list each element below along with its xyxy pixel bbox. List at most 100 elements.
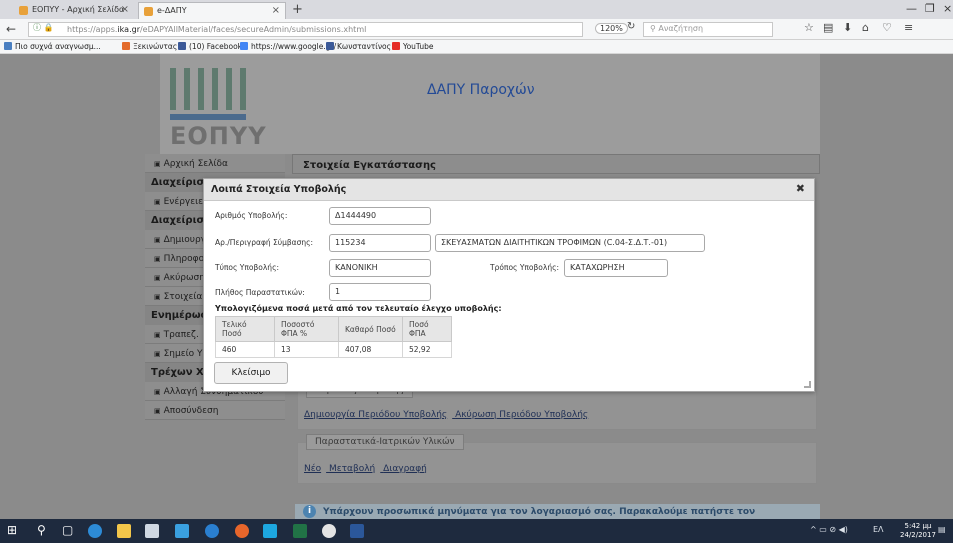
download-icon[interactable]: ⬇ xyxy=(843,21,852,34)
submission-details-dialog: Λοιπά Στοιχεία Υποβολής ✖ Αριθμός Υποβολ… xyxy=(203,178,815,392)
youtube-icon xyxy=(392,42,400,50)
minimize-icon[interactable]: — xyxy=(906,2,917,15)
url-domain: ika.gr xyxy=(117,25,140,34)
search-placeholder: Αναζήτηση xyxy=(658,24,704,33)
people-icon[interactable] xyxy=(175,524,189,538)
period-links: Δημιουργία Περιόδου Υποβολής Ακύρωση Περ… xyxy=(304,410,593,420)
mode-field[interactable]: ΚΑΤΑΧΩΡΗΣΗ xyxy=(564,259,668,277)
new-tab-icon[interactable]: + xyxy=(292,2,303,17)
back-icon[interactable]: ← xyxy=(6,22,16,36)
sidebar-item-home[interactable]: Αρχική Σελίδα xyxy=(145,154,285,173)
table-row: 460 13 407,08 52,92 xyxy=(215,341,452,358)
windows-start-icon[interactable]: ⊞ xyxy=(7,523,17,537)
zoom-level[interactable]: 120% xyxy=(595,23,628,34)
clock-date: 24/2/2017 xyxy=(900,531,936,539)
tab-label: e-ΔΑΠΥ xyxy=(157,6,187,15)
submission-no-label: Αριθμός Υποβολής: xyxy=(215,211,288,220)
bookmark-getting-started[interactable]: Ξεκινώντας xyxy=(122,42,177,51)
store-icon[interactable] xyxy=(145,524,159,538)
chrome-icon[interactable] xyxy=(322,524,336,538)
skype-icon[interactable] xyxy=(263,524,277,538)
materials-links: Νέο Μεταβολή Διαγραφή xyxy=(304,464,432,474)
bookmark-google[interactable]: https://www.google.gr/ xyxy=(240,42,336,51)
bookmark-youtube[interactable]: YouTube xyxy=(392,42,434,51)
logo-figures-icon xyxy=(170,68,246,110)
browser-tab-bar: ΕΟΠΥΥ - Αρχική Σελίδα × e-ΔΑΠΥ × + — ❐ × xyxy=(0,0,953,19)
close-tab-icon[interactable]: × xyxy=(121,4,129,15)
tray-icons[interactable]: ^ ▭ ⊘ ◀) xyxy=(810,525,848,534)
bookmark-facebook[interactable]: (10) Facebook xyxy=(178,42,242,51)
close-button[interactable]: Κλείσιμο xyxy=(214,362,288,384)
messages-notice: i Υπάρχουν προσωπικά μηνύματα για τον λο… xyxy=(295,504,820,519)
cortana-icon[interactable] xyxy=(88,524,102,538)
info-icon: i xyxy=(303,505,316,518)
clock[interactable]: 5:42 μμ 24/2/2017 xyxy=(900,522,936,540)
menu-icon[interactable]: ≡ xyxy=(904,21,913,34)
close-window-icon[interactable]: × xyxy=(943,2,952,15)
firefox-icon[interactable] xyxy=(235,524,249,538)
notice-text: Υπάρχουν προσωπικά μηνύματα για τον λογα… xyxy=(323,507,756,517)
calc-title: Υπολογιζόμενα ποσά μετά από τον τελευταί… xyxy=(215,304,502,313)
taskbar: ⊞ ⚲ ▢ ^ ▭ ⊘ ◀) ΕΛ 5:42 μμ 24/2/2017 ▤ xyxy=(0,519,953,543)
installation-panel-title: Στοιχεία Εγκατάστασης xyxy=(292,154,820,174)
table-cell: 460 xyxy=(215,341,275,358)
bookmark-most-visited[interactable]: Πιο συχνά αναγνωσμ... xyxy=(4,42,101,51)
tab-eopyy-home[interactable]: ΕΟΠΥΥ - Αρχική Σελίδα × xyxy=(14,2,134,19)
create-period-link[interactable]: Δημιουργία Περιόδου Υποβολής xyxy=(304,410,447,420)
search-input[interactable]: ⚲ Αναζήτηση xyxy=(643,22,773,37)
dialog-title: Λοιπά Στοιχεία Υποβολής xyxy=(204,179,814,201)
bookmark-konstantinos[interactable]: Κωνσταντίνος xyxy=(326,42,391,51)
word-icon[interactable] xyxy=(350,524,364,538)
lock-icon[interactable]: ⓘ 🔒 xyxy=(33,22,54,33)
close-tab-icon[interactable]: × xyxy=(272,5,280,16)
new-link[interactable]: Νέο xyxy=(304,464,321,474)
column-header: Ποσό ΦΠΑ xyxy=(402,316,452,342)
close-icon[interactable]: ✖ xyxy=(796,182,805,195)
column-header: Καθαρό Ποσό xyxy=(338,316,403,342)
search-icon[interactable]: ⚲ xyxy=(37,523,46,537)
submission-no-field[interactable]: Δ1444490 xyxy=(329,207,431,225)
resize-handle[interactable] xyxy=(804,381,811,388)
table-cell: 52,92 xyxy=(402,341,452,358)
contract-no-field[interactable]: 115234 xyxy=(329,234,431,252)
maximize-icon[interactable]: ❐ xyxy=(925,2,935,15)
type-field[interactable]: ΚΑΝΟΝΙΚΗ xyxy=(329,259,431,277)
bookmarks-bar: Πιο συχνά αναγνωσμ... Ξεκινώντας (10) Fa… xyxy=(0,40,953,54)
docs-count-field[interactable]: 1 xyxy=(329,283,431,301)
facebook-icon xyxy=(326,42,334,50)
contract-desc-field[interactable]: ΣΚΕΥΑΣΜΑΤΩΝ ΔΙΑΙΤΗΤΙΚΩΝ ΤΡΟΦΙΜΩΝ (C.04-Σ… xyxy=(435,234,705,252)
url-bar[interactable]: https://apps.ika.gr/eDAPYAllMaterial/fac… xyxy=(28,22,583,37)
docs-count-label: Πλήθος Παραστατικών: xyxy=(215,288,305,297)
site-favicon-icon xyxy=(144,7,153,16)
star-icon[interactable]: ☆ xyxy=(804,21,814,34)
google-icon xyxy=(240,42,248,50)
firefox-icon xyxy=(122,42,130,50)
eopyy-logo: ΕΟΠΥΥ xyxy=(170,68,280,150)
materials-legend: Παραστατικά-Ιατρικών Υλικών xyxy=(306,434,464,450)
notifications-icon[interactable]: ▤ xyxy=(938,525,946,534)
home-icon[interactable]: ⌂ xyxy=(862,21,869,34)
url-prefix: https://apps. xyxy=(67,25,118,34)
sidebar-item-logout[interactable]: Αποσύνδεση xyxy=(145,401,285,420)
period-fieldset: Περίοδος Υποβολής Δημιουργία Περιόδου Υπ… xyxy=(297,382,817,430)
clock-time: 5:42 μμ xyxy=(904,522,932,530)
task-view-icon[interactable]: ▢ xyxy=(62,523,73,537)
file-explorer-icon[interactable] xyxy=(117,524,131,538)
materials-fieldset: Παραστατικά-Ιατρικών Υλικών Νέο Μεταβολή… xyxy=(297,434,817,484)
edge-icon[interactable] xyxy=(205,524,219,538)
tab-e-dapy[interactable]: e-ΔΑΠΥ × xyxy=(138,2,286,19)
excel-icon[interactable] xyxy=(293,524,307,538)
site-title: ΔΑΠΥ Παροχών xyxy=(427,82,535,98)
reading-list-icon[interactable]: ▤ xyxy=(823,21,833,34)
delete-link[interactable]: Διαγραφή xyxy=(383,464,427,474)
type-label: Τύπος Υποβολής: xyxy=(215,263,279,272)
pocket-icon[interactable]: ♡ xyxy=(882,21,892,34)
cancel-period-link[interactable]: Ακύρωση Περιόδου Υποβολής xyxy=(455,410,588,420)
reload-icon[interactable]: ↻ xyxy=(627,21,635,32)
language-indicator[interactable]: ΕΛ xyxy=(873,525,884,534)
tab-label: ΕΟΠΥΥ - Αρχική Σελίδα xyxy=(32,5,125,14)
modify-link[interactable]: Μεταβολή xyxy=(329,464,375,474)
amounts-table: Τελικό Ποσό Ποσοστό ΦΠΑ % Καθαρό Ποσό Πο… xyxy=(215,316,452,358)
site-favicon-icon xyxy=(19,6,28,15)
mode-label: Τρόπος Υποβολής: xyxy=(490,263,560,272)
